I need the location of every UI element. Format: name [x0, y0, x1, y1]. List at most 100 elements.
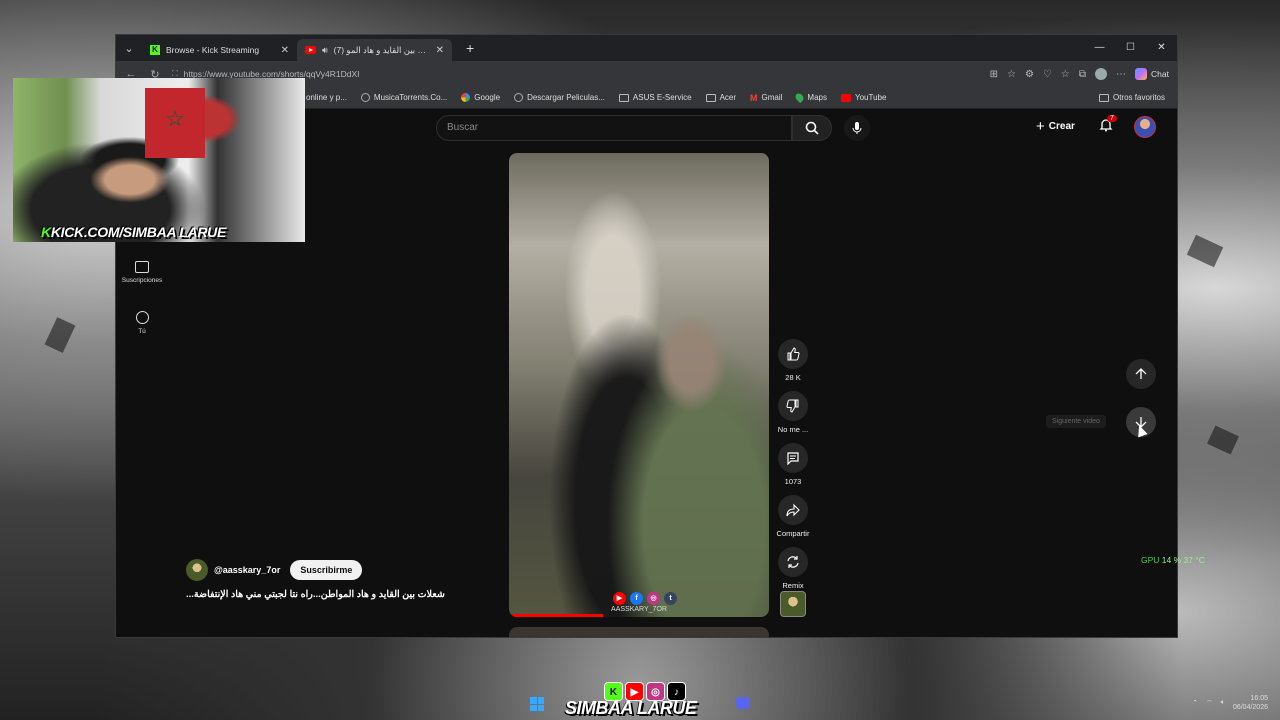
browser-essentials-icon[interactable]: ♡ [1043, 69, 1052, 80]
wallpaper-shape [1206, 425, 1240, 455]
close-window-icon[interactable]: ✕ [1146, 35, 1177, 61]
discord-icon[interactable] [736, 697, 750, 709]
bookmark-label: YouTube [854, 93, 887, 102]
notifications-button[interactable]: 7 [1099, 115, 1117, 137]
speaker-icon[interactable]: 🔊︎ [322, 45, 328, 56]
next-video-tooltip: Siguiente video [1046, 415, 1106, 428]
new-tab-icon[interactable]: + [466, 40, 474, 56]
clock[interactable]: 16:05 06/04/2026 [1233, 694, 1268, 712]
bookmark-maps[interactable]: Maps [794, 91, 827, 104]
comment-icon [787, 452, 799, 465]
youtube-icon [305, 46, 316, 54]
video-title[interactable]: شعلات بين القايد و هاد المواطن...راه نتا… [186, 589, 486, 600]
like-button[interactable] [778, 339, 808, 369]
remix-button[interactable] [778, 547, 808, 577]
tab-actions-icon[interactable]: ⌄ [116, 35, 142, 61]
channel-handle[interactable]: @aasskary_7or [214, 565, 280, 575]
bookmark-asus[interactable]: ASUS E-Service [618, 93, 692, 102]
share-action: Compartir [777, 495, 809, 547]
minimize-icon[interactable]: — [1084, 35, 1115, 61]
search-input[interactable]: Buscar [436, 115, 792, 141]
channel-thumbnail[interactable] [780, 591, 806, 617]
instagram-icon: ◎ [647, 592, 660, 605]
short-video-player[interactable]: ▶ f ◎ t AASSKARY_7OR [509, 153, 769, 617]
plus-icon: + [1036, 118, 1045, 135]
other-favorites[interactable]: Otros favoritos [1098, 93, 1165, 102]
other-favorites-label: Otros favoritos [1112, 93, 1165, 102]
bookmark-descargar[interactable]: Descargar Peliculas... [514, 93, 605, 102]
gpu-monitor: GPU 14 % 37 °C [1141, 555, 1205, 565]
clock-time: 16:05 [1250, 695, 1268, 702]
close-tab-icon[interactable]: ✕ [281, 45, 289, 56]
favorite-star-icon[interactable]: ☆ [1007, 69, 1016, 80]
dislike-label: No me ... [777, 425, 809, 434]
network-icon[interactable]: ⌔ [1206, 699, 1213, 708]
maximize-icon[interactable]: ☐ [1115, 35, 1146, 61]
tab-youtube[interactable]: 🔊︎ (7) شعلات بين القايد و هاد المو... ✕ [297, 39, 452, 61]
create-label: Crear [1048, 121, 1075, 132]
subscriptions-icon [135, 261, 149, 273]
bookmark-label: Acer [719, 93, 737, 102]
kick-icon: K [150, 45, 160, 55]
windows-start-icon[interactable] [530, 697, 544, 711]
profile-avatar[interactable] [1095, 68, 1108, 80]
channel-avatar[interactable] [186, 559, 208, 581]
toolbar-right: ⊞ ☆ ⚙︎ ♡ ☆ ⧉ ⋯ Chat [990, 68, 1169, 80]
bookmark-online[interactable]: online y p... [306, 93, 347, 102]
chat-label: Chat [1151, 69, 1169, 79]
bookmark-label: Google [474, 93, 501, 102]
bookmark-musicatorrents[interactable]: MusicaTorrents.Co... [360, 93, 447, 102]
comments-button[interactable] [778, 443, 808, 473]
comments-action: 1073 [778, 443, 808, 495]
share-button[interactable] [778, 495, 808, 525]
previous-video-button[interactable] [1126, 359, 1156, 389]
sidebar-item-you[interactable]: Tú [119, 311, 165, 335]
tab-bar: ⌄ K Browse - Kick Streaming ✕ 🔊︎ (7) شعل… [116, 35, 1177, 61]
webcam-overlay: ☆ KKICK.COM/SIMBAA LARUE [13, 78, 305, 242]
share-icon [786, 503, 800, 517]
kick-letter: K [41, 224, 51, 240]
more-options-icon[interactable]: ⋯ [1116, 69, 1126, 80]
search-button[interactable] [792, 115, 832, 141]
stream-brand: SIMBAA LARUE [565, 698, 697, 718]
dislike-action: No me ... [778, 391, 808, 443]
folder-icon [618, 93, 629, 102]
bookmark-acer[interactable]: Acer [705, 93, 737, 102]
sidebar-item-subscriptions[interactable]: Suscripciones [119, 261, 165, 284]
comment-count: 1073 [784, 477, 802, 486]
subscribe-button[interactable]: Suscribirme [290, 560, 363, 580]
watermark-social-icons: ▶ f ◎ t [613, 592, 677, 605]
voice-search-button[interactable] [844, 115, 870, 141]
app-available-icon[interactable]: ⊞ [990, 69, 998, 80]
volume-icon[interactable]: 🔈︎ [1221, 699, 1225, 707]
bookmark-label: Gmail [761, 93, 783, 102]
bookmark-gmail[interactable]: M Gmail [750, 93, 782, 103]
favorites-icon[interactable]: ☆ [1061, 69, 1070, 80]
maps-icon [794, 91, 806, 104]
bookmark-label: ASUS E-Service [632, 93, 692, 102]
tab-kick[interactable]: K Browse - Kick Streaming ✕ [142, 39, 297, 61]
video-progress-bar[interactable] [509, 614, 603, 617]
next-video-preview[interactable] [509, 627, 769, 637]
gpu-label: GPU [1141, 555, 1160, 565]
extensions-icon[interactable]: ⚙︎ [1025, 69, 1034, 80]
remix-label: Remix [782, 581, 804, 590]
bookmark-google[interactable]: Google [461, 93, 500, 102]
bookmark-youtube[interactable]: YouTube [840, 93, 887, 102]
clock-date: 06/04/2026 [1232, 704, 1268, 711]
chevron-up-icon[interactable]: ⌃ [1192, 699, 1198, 707]
globe-icon [514, 93, 524, 102]
facebook-icon: f [630, 592, 643, 605]
create-button[interactable]: + Crear [1036, 118, 1075, 135]
youtube-icon [840, 93, 851, 102]
sidebar-item-label: Tú [138, 328, 146, 335]
copilot-icon [1135, 68, 1148, 80]
wallpaper-shape [1186, 234, 1224, 268]
dislike-button[interactable] [778, 391, 808, 421]
system-tray: ⌃ ⌔ 🔈︎ 16:05 06/04/2026 [1192, 694, 1268, 712]
account-avatar[interactable] [1134, 116, 1156, 138]
close-tab-icon[interactable]: ✕ [436, 45, 444, 56]
collections-icon[interactable]: ⧉ [1079, 69, 1086, 80]
like-count: 28 K [785, 373, 801, 382]
copilot-chat-button[interactable]: Chat [1135, 68, 1169, 80]
